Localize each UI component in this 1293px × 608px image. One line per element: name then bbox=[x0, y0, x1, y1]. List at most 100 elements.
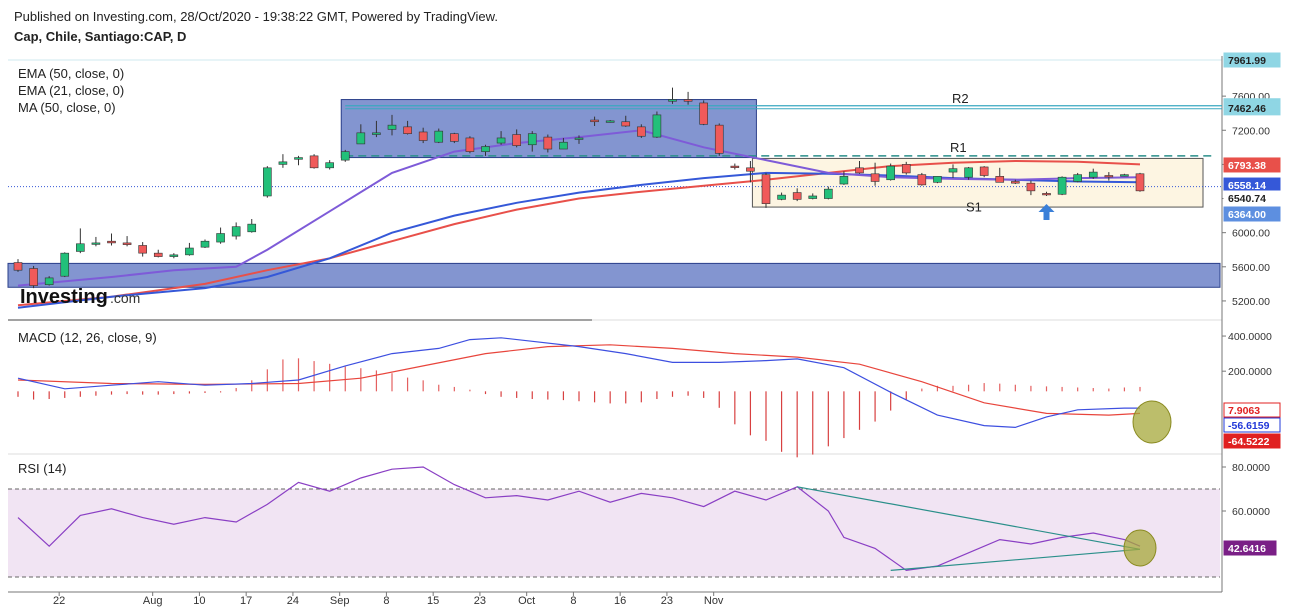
candle bbox=[1104, 175, 1114, 178]
price-tick-label: 5600.00 bbox=[1232, 262, 1270, 274]
candle bbox=[683, 99, 693, 102]
price-tag: 6540.74 bbox=[1228, 193, 1266, 205]
candle bbox=[543, 136, 553, 150]
candle bbox=[1088, 171, 1098, 178]
candle bbox=[325, 162, 334, 169]
time-tick-label: Oct bbox=[518, 595, 535, 607]
time-tick-label: 23 bbox=[474, 595, 486, 607]
candle bbox=[699, 102, 708, 125]
price-tag: 6364.00 bbox=[1228, 209, 1266, 221]
macd-tick-label: 200.0000 bbox=[1228, 366, 1272, 378]
time-tick-label: 16 bbox=[614, 595, 626, 607]
candle bbox=[964, 167, 973, 178]
macd-highlight-circle bbox=[1132, 400, 1172, 444]
candle bbox=[481, 146, 490, 152]
candle bbox=[44, 277, 54, 286]
candle bbox=[512, 134, 521, 146]
candle bbox=[169, 254, 179, 257]
candle bbox=[746, 167, 755, 172]
candle bbox=[60, 252, 70, 277]
macd-price-tag: 7.9063 bbox=[1228, 405, 1260, 417]
candle bbox=[1026, 182, 1036, 192]
candle bbox=[808, 195, 818, 199]
candle bbox=[1042, 193, 1051, 196]
candle bbox=[527, 133, 537, 146]
candle bbox=[730, 165, 740, 168]
candle bbox=[496, 137, 506, 144]
legend-entry: EMA (50, close, 0) bbox=[18, 66, 124, 81]
macd-price-tag: -64.5222 bbox=[1228, 436, 1270, 448]
candle bbox=[418, 131, 428, 141]
candle bbox=[574, 137, 584, 140]
candle bbox=[340, 151, 350, 161]
rsi-price-tag: 42.6416 bbox=[1228, 543, 1266, 555]
chart-canvas[interactable]: R2R1S15200.005600.006000.006400.006800.0… bbox=[0, 0, 1293, 608]
candle bbox=[948, 168, 958, 173]
candle bbox=[1120, 174, 1129, 177]
rsi-tick-label: 80.0000 bbox=[1232, 462, 1270, 474]
level-label-s1: S1 bbox=[966, 200, 982, 215]
candle bbox=[1057, 176, 1067, 195]
price-tick-label: 5200.00 bbox=[1232, 296, 1270, 308]
macd-price-tag: -56.6159 bbox=[1228, 420, 1270, 432]
candle bbox=[761, 174, 771, 204]
candle bbox=[153, 252, 163, 257]
candle bbox=[637, 126, 646, 137]
time-tick-label: 22 bbox=[53, 595, 65, 607]
candle bbox=[122, 242, 132, 245]
time-tick-label: 24 bbox=[287, 595, 299, 607]
price-tag: 7462.46 bbox=[1228, 103, 1266, 115]
macd-line bbox=[17, 337, 1140, 429]
time-tick-label: 8 bbox=[570, 595, 576, 607]
candle bbox=[870, 173, 880, 182]
rsi-band bbox=[8, 489, 1220, 577]
candle bbox=[294, 157, 303, 160]
candle bbox=[1135, 173, 1145, 192]
price-tick-label: 7200.00 bbox=[1232, 125, 1270, 137]
candle bbox=[434, 130, 444, 143]
candle bbox=[590, 119, 599, 123]
candle bbox=[216, 233, 225, 243]
time-tick-label: Sep bbox=[330, 595, 350, 607]
candle bbox=[200, 240, 210, 248]
rsi-highlight-circle bbox=[1123, 529, 1157, 567]
candle bbox=[605, 120, 615, 123]
candle bbox=[933, 176, 942, 183]
candle bbox=[465, 137, 475, 152]
candle bbox=[1011, 181, 1020, 184]
level-label-r2: R2 bbox=[952, 91, 969, 106]
candle bbox=[403, 126, 412, 134]
candle bbox=[13, 262, 23, 271]
candle bbox=[777, 194, 786, 200]
support-zone bbox=[7, 262, 1221, 288]
candle bbox=[855, 167, 864, 174]
candle bbox=[824, 188, 833, 199]
candle bbox=[839, 176, 849, 185]
price-tick-label: 6000.00 bbox=[1232, 228, 1270, 240]
candle bbox=[1073, 174, 1082, 182]
price-tag: 6558.14 bbox=[1228, 180, 1266, 192]
legend-entry: EMA (21, close, 0) bbox=[18, 83, 124, 98]
candle bbox=[886, 165, 895, 181]
candle bbox=[91, 242, 101, 245]
candle bbox=[309, 155, 319, 169]
candle bbox=[387, 124, 397, 130]
candle bbox=[107, 240, 116, 244]
candle bbox=[917, 174, 927, 186]
legend-entry: MA (50, close, 0) bbox=[18, 100, 116, 115]
price-tag: 6793.38 bbox=[1228, 160, 1266, 172]
candle bbox=[356, 132, 366, 145]
time-tick-label: Aug bbox=[143, 595, 163, 607]
candle bbox=[621, 121, 631, 127]
candle bbox=[138, 245, 147, 254]
candle bbox=[652, 114, 662, 138]
macd-tick-label: 400.0000 bbox=[1228, 331, 1272, 343]
rsi-title: RSI (14) bbox=[18, 461, 66, 476]
investing-logo-domain: .com bbox=[110, 290, 140, 306]
candle bbox=[901, 164, 911, 174]
candle bbox=[278, 161, 288, 165]
candle bbox=[995, 176, 1005, 183]
time-tick-label: 10 bbox=[193, 595, 205, 607]
candle bbox=[979, 166, 989, 176]
candle bbox=[247, 223, 257, 233]
